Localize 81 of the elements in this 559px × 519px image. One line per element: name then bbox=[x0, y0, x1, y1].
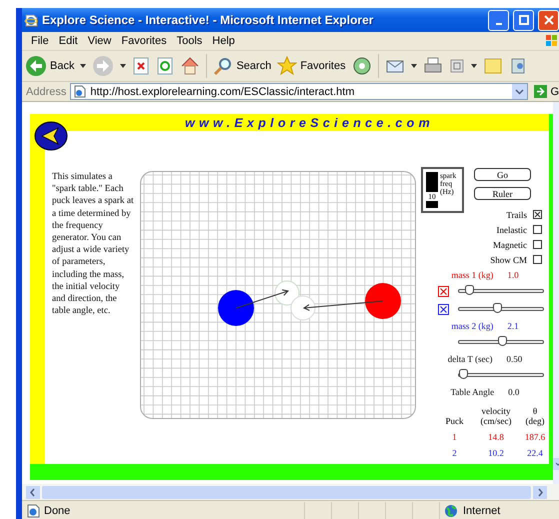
slider-value: 0.0 bbox=[508, 386, 520, 396]
table-cell-text: 22.4 bbox=[526, 447, 544, 458]
caret-icon[interactable] bbox=[120, 64, 126, 68]
search-button[interactable]: Search bbox=[213, 56, 272, 76]
checkbox[interactable] bbox=[533, 240, 542, 249]
go-arrow-icon bbox=[534, 85, 548, 98]
go-button[interactable]: G bbox=[532, 85, 559, 98]
slider-value: 0.50 bbox=[506, 354, 522, 364]
site-title: www.ExploreScience.com bbox=[184, 116, 434, 130]
slider-label: Table Angle bbox=[450, 386, 494, 396]
menu-item[interactable]: Favorites bbox=[116, 35, 172, 47]
velocity-arrow bbox=[236, 289, 289, 308]
address-field[interactable]: http://host.explorelearning.com/ESClassic/interact.htm bbox=[70, 83, 528, 100]
option-label: Trails bbox=[506, 210, 527, 220]
back-button[interactable]: Back bbox=[25, 55, 74, 77]
ghost-puck bbox=[274, 280, 300, 306]
stop-icon[interactable] bbox=[132, 57, 150, 75]
table-cell: 187.6 bbox=[521, 426, 549, 442]
caret-icon[interactable] bbox=[470, 64, 477, 68]
edit-icon[interactable] bbox=[448, 58, 465, 74]
slider-thumb[interactable] bbox=[498, 336, 507, 346]
security-zone: Internet bbox=[463, 505, 500, 517]
status-text: Done bbox=[44, 505, 72, 517]
ie-logo-icon bbox=[24, 13, 38, 27]
ghost-puck bbox=[290, 296, 316, 320]
column-header: θ (deg) bbox=[524, 406, 546, 426]
slider-label: delta T (sec) bbox=[448, 354, 492, 364]
search-icon bbox=[213, 56, 234, 76]
puck-toggle-checkbox[interactable] bbox=[438, 304, 449, 314]
scrollbar-thumb[interactable] bbox=[42, 486, 531, 498]
slider-thumb[interactable] bbox=[492, 303, 502, 313]
caret-icon[interactable] bbox=[80, 64, 86, 68]
table-cell-text: 2 bbox=[451, 447, 458, 458]
slider-thumb[interactable] bbox=[459, 369, 468, 379]
puck-toggle-checkbox[interactable] bbox=[438, 286, 449, 296]
table-cell-text: 1 bbox=[451, 431, 458, 442]
table-cell-text: 10.2 bbox=[487, 447, 505, 458]
control-button[interactable]: Go bbox=[474, 168, 531, 181]
menu-item[interactable]: File bbox=[26, 35, 54, 47]
close-icon bbox=[544, 15, 554, 25]
option-label: Inelastic bbox=[496, 224, 527, 234]
checkbox[interactable] bbox=[533, 225, 542, 234]
slider-label: mass 2 (kg) bbox=[451, 320, 494, 330]
column-header: Puck bbox=[444, 415, 464, 426]
globe-icon bbox=[444, 504, 458, 518]
scroll-left-icon[interactable] bbox=[26, 486, 40, 498]
page-icon bbox=[73, 85, 86, 98]
checkbox[interactable] bbox=[533, 210, 542, 219]
home-icon[interactable] bbox=[180, 56, 200, 76]
window-title: Explore Science - Interactive! - Microsoft Internet Explorer bbox=[42, 13, 374, 27]
maximize-icon bbox=[518, 15, 528, 25]
close-button[interactable] bbox=[538, 10, 559, 30]
puck[interactable] bbox=[218, 290, 254, 326]
refresh-icon[interactable] bbox=[156, 57, 174, 75]
menu-item[interactable]: Help bbox=[207, 35, 240, 47]
table-cell: 14.8 bbox=[471, 426, 521, 442]
maximize-button[interactable] bbox=[513, 10, 534, 30]
option-label: Show CM bbox=[490, 254, 527, 264]
menu-item[interactable]: Edit bbox=[54, 35, 83, 47]
slider-value: 2.1 bbox=[507, 320, 519, 330]
control-button[interactable]: Ruler bbox=[474, 187, 531, 200]
page-icon bbox=[26, 504, 40, 518]
address-label: Address bbox=[26, 86, 66, 98]
scroll-right-icon[interactable] bbox=[533, 486, 547, 498]
caret-icon[interactable] bbox=[410, 64, 417, 68]
option-label: Magnetic bbox=[493, 240, 527, 250]
minimize-icon bbox=[496, 23, 502, 25]
star-icon bbox=[277, 56, 298, 76]
puck[interactable] bbox=[365, 283, 401, 319]
favorites-button[interactable]: Favorites bbox=[277, 56, 346, 76]
slider-label: mass 1 (kg) bbox=[451, 270, 494, 280]
description-text: This simulates a "spark table." Each puck leaves a spark at a time determined by the frequency generator. You can adjust a wide variety of parameters, including the mass, the initial velocity and direction, the table angle, etc. bbox=[52, 171, 134, 318]
column-header: velocity (cm/sec) bbox=[480, 406, 512, 426]
menu-item[interactable]: View bbox=[82, 35, 116, 47]
windows-flag-icon bbox=[545, 34, 559, 48]
media-icon[interactable] bbox=[352, 56, 372, 76]
slider-thumb[interactable] bbox=[465, 285, 474, 295]
menu-item[interactable]: Tools bbox=[172, 35, 208, 47]
slider-value: 1.0 bbox=[507, 270, 519, 280]
minimize-button[interactable] bbox=[488, 10, 509, 30]
checkbox[interactable] bbox=[533, 255, 542, 264]
